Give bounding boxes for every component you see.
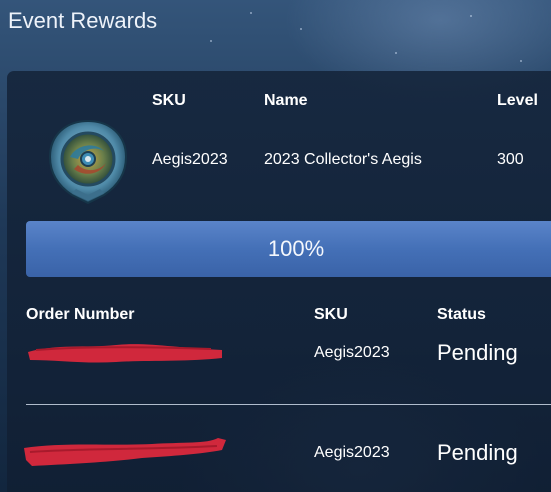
background-speck [250, 12, 252, 14]
item-level: 300 [497, 151, 524, 168]
background-speck [210, 40, 212, 42]
order-row-status: Pending [437, 340, 518, 365]
progress-bar: 100% [26, 221, 551, 277]
row-divider [26, 404, 551, 405]
orders-header-sku: SKU [314, 306, 348, 323]
item-header-sku: SKU [152, 92, 186, 109]
background-speck [520, 60, 522, 62]
item-header-name: Name [264, 92, 308, 109]
item-name: 2023 Collector's Aegis [264, 151, 422, 168]
background-speck [395, 52, 397, 54]
background-speck [470, 15, 472, 17]
orders-header-status: Status [437, 306, 486, 323]
order-row-sku: Aegis2023 [314, 344, 390, 361]
order-row-sku: Aegis2023 [314, 444, 390, 461]
progress-label: 100% [267, 236, 325, 261]
order-row-status: Pending [437, 440, 518, 465]
order-number-redacted [22, 434, 232, 479]
order-number-redacted [26, 338, 226, 373]
aegis-shield-icon [44, 117, 132, 205]
orders-header-order-number: Order Number [26, 306, 135, 323]
page-title: Event Rewards [8, 8, 158, 33]
item-header-level: Level [497, 92, 538, 109]
background-speck [300, 28, 302, 30]
item-sku: Aegis2023 [152, 151, 228, 168]
